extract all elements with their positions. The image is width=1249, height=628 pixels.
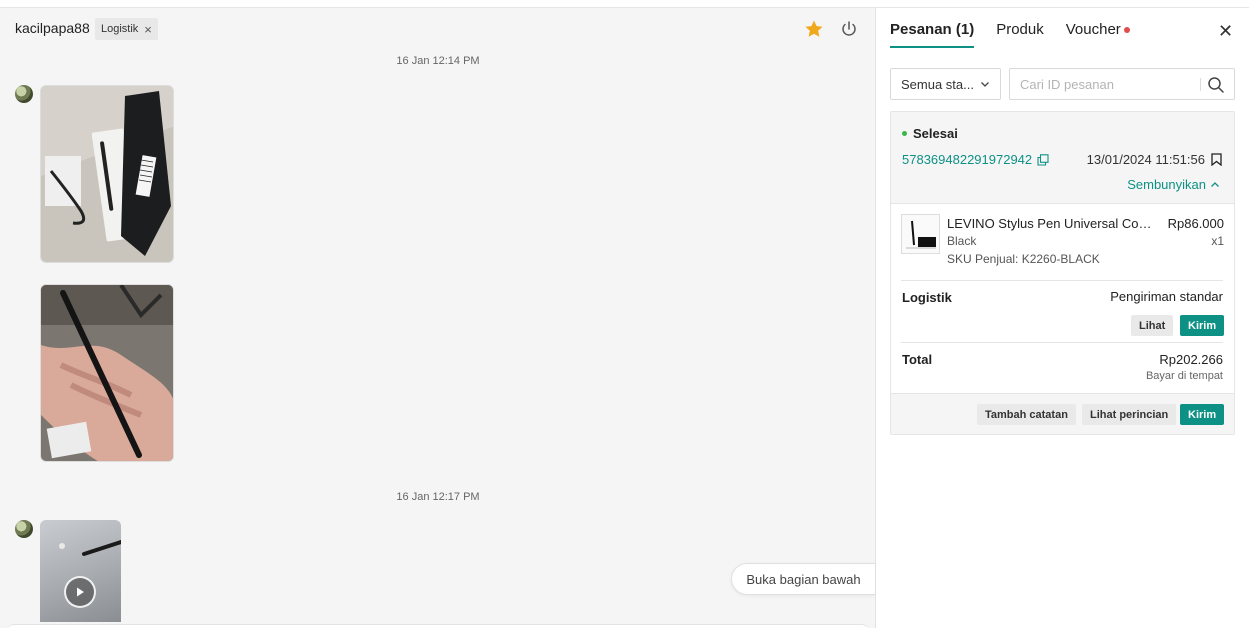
divider [901,280,1223,281]
message-input-area[interactable] [8,624,868,628]
app-root: kacilpapa88 Logistik × 16 Jan 12:14 PM 1… [0,0,1249,628]
tab-voucher[interactable]: Voucher [1066,21,1130,48]
collapse-label: Sembunyikan [1127,177,1206,192]
chat-pane: kacilpapa88 Logistik × 16 Jan 12:14 PM 1… [0,7,876,628]
scroll-to-bottom-button[interactable]: Buka bagian bawah [731,563,875,595]
total-value: Rp202.266 [1159,352,1223,367]
chat-username[interactable]: kacilpapa88 [15,20,90,36]
product-price: Rp86.000 [1167,216,1224,231]
view-detail-button[interactable]: Lihat perincian [1082,404,1177,425]
message-timestamp: 16 Jan 12:17 PM [396,491,480,503]
chat-video-thumbnail[interactable] [40,520,121,622]
order-card-header: Selesai 578369482291972942 13/01/2024 11… [891,112,1234,204]
order-date-text: 13/01/2024 11:51:56 [1086,152,1205,167]
chevron-up-icon [1211,181,1219,187]
avatar [15,520,33,538]
product-quantity: x1 [1211,234,1224,248]
status-filter-dropdown[interactable]: Semua sta... [890,68,1001,100]
send-logistics-button[interactable]: Kirim [1180,315,1225,336]
add-note-button[interactable]: Tambah catatan [977,404,1076,425]
order-search-input[interactable] [1020,69,1200,99]
search-divider [1200,78,1201,91]
total-label: Total [902,352,933,367]
product-variant: Black [947,234,977,248]
order-status: Selesai [902,126,958,141]
product-name[interactable]: LEVINO Stylus Pen Universal Com... [947,216,1157,231]
order-panel: Pesanan (1) Produk Voucher ✕ Semua sta..… [876,7,1249,628]
tag-label: Logistik [101,23,139,35]
bookmark-icon[interactable] [1211,153,1222,166]
order-search [1009,68,1235,100]
copy-icon[interactable] [1037,153,1049,166]
logistics-tag: Logistik × [95,18,158,40]
tab-orders[interactable]: Pesanan (1) [890,21,975,48]
view-logistics-button[interactable]: Lihat [1131,315,1174,336]
product-thumbnail[interactable] [901,214,940,254]
chat-image-stylus-in-hand[interactable] [40,284,174,462]
play-icon[interactable] [64,576,96,608]
order-id[interactable]: 578369482291972942 [902,152,1032,167]
close-icon[interactable]: ✕ [1218,22,1233,40]
power-icon[interactable] [839,19,859,39]
order-card-footer: Tambah catatan Lihat perincian Kirim [891,393,1234,434]
order-id-link[interactable]: 578369482291972942 [902,152,1049,167]
search-icon[interactable] [1207,76,1225,94]
logistics-value: Pengiriman standar [1110,289,1223,304]
tab-voucher-label: Voucher [1065,21,1121,38]
tab-products[interactable]: Produk [996,21,1044,48]
avatar [15,85,33,103]
collapse-order-link[interactable]: Sembunyikan [1127,177,1220,192]
status-filter-value: Semua sta... [901,76,974,92]
tag-close-icon[interactable]: × [144,23,152,36]
send-order-button[interactable]: Kirim [1180,404,1225,425]
chat-header: kacilpapa88 Logistik × [0,8,876,50]
order-date: 13/01/2024 11:51:56 [1087,152,1222,167]
divider [901,342,1223,343]
notification-dot [1123,27,1130,34]
payment-method: Bayar di tempat [1145,370,1223,382]
order-product: LEVINO Stylus Pen Universal Com... Rp86.… [901,214,1224,278]
panel-tabs: Pesanan (1) Produk Voucher [890,21,1130,48]
status-dot [902,131,907,136]
logistics-label: Logistik [902,290,952,305]
chevron-down-icon [981,82,989,87]
order-status-label: Selesai [913,126,958,141]
order-card: Selesai 578369482291972942 13/01/2024 11… [890,111,1235,435]
chat-image-package[interactable] [40,85,174,263]
message-timestamp: 16 Jan 12:14 PM [396,55,480,67]
product-sku: SKU Penjual: K2260-BLACK [947,252,1100,266]
star-icon[interactable] [804,19,824,39]
